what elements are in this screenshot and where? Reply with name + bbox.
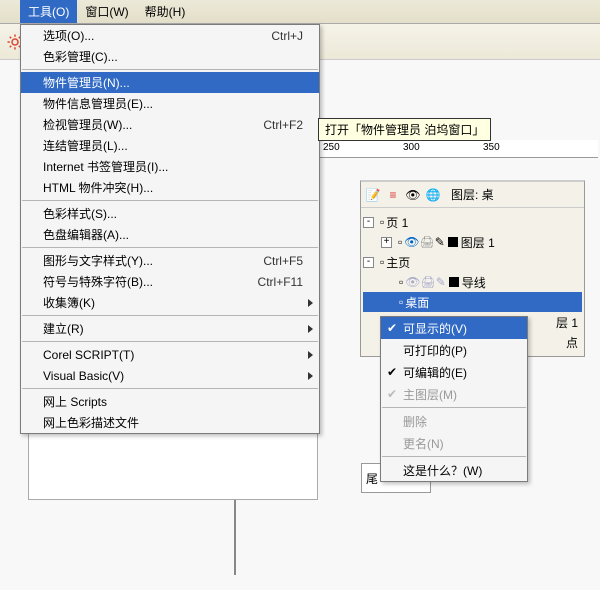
canvas-divider (234, 500, 236, 575)
menu-options[interactable]: 选项(O)... Ctrl+J (21, 25, 319, 46)
menu-object-info-manager[interactable]: 物件信息管理员(E)... (21, 93, 319, 114)
expand-icon[interactable]: + (381, 237, 392, 248)
ruler-tick: 250 (323, 142, 340, 153)
world-icon[interactable]: 🌐 (425, 187, 441, 203)
menu-view-manager[interactable]: 检视管理员(W)... Ctrl+F2 (21, 114, 319, 135)
tooltip: 打开「物件管理员 泊坞窗口」 (318, 118, 491, 141)
menu-corel-script[interactable]: Corel SCRIPT(T) (21, 344, 319, 365)
ctx-whats-this[interactable]: 这是什么？(W) (381, 459, 527, 481)
menu-window[interactable]: 窗口(W) (77, 0, 136, 23)
tree-master-page[interactable]: - ▫ 主页 (363, 252, 582, 272)
layer-label: 图层: 桌 (451, 186, 494, 203)
menu-tools[interactable]: 工具(O) (20, 0, 77, 23)
menu-symbols[interactable]: 符号与特殊字符(B)... Ctrl+F11 (21, 271, 319, 292)
page-icon: ▫ (380, 215, 384, 229)
menu-html-conflict[interactable]: HTML 物件冲突(H)... (21, 177, 319, 198)
panel-toolbar: 📝 ≡ 👁 🌐 图层: 桌 (361, 182, 584, 208)
menu-palette-editor[interactable]: 色盘编辑器(A)... (21, 224, 319, 245)
page-icon: ▫ (380, 255, 384, 269)
menu-separator (22, 247, 318, 248)
color-swatch (448, 237, 458, 247)
tools-dropdown: 选项(O)... Ctrl+J 色彩管理(C)... 物件管理员(N)... 物… (20, 24, 320, 434)
chevron-right-icon (308, 299, 313, 307)
collapse-icon[interactable]: - (363, 257, 374, 268)
eye-icon[interactable]: 👁 (405, 187, 421, 203)
menu-visual-basic[interactable]: Visual Basic(V) (21, 365, 319, 386)
ruler-tick: 350 (483, 142, 500, 153)
layer-icon: ▫ (398, 235, 402, 249)
menu-graphic-text-styles[interactable]: 图形与文字样式(Y)... Ctrl+F5 (21, 250, 319, 271)
menu-color-styles[interactable]: 色彩样式(S)... (21, 203, 319, 224)
menu-object-manager[interactable]: 物件管理员(N)... (21, 72, 319, 93)
menu-link-manager[interactable]: 连结管理员(L)... (21, 135, 319, 156)
menu-separator (22, 315, 318, 316)
ctx-editable[interactable]: ✔ 可编辑的(E) (381, 361, 527, 383)
ruler: 250 300 350 (318, 140, 598, 158)
list-icon[interactable]: ≡ (385, 187, 401, 203)
check-icon: ✔ (387, 387, 397, 401)
menu-separator (22, 69, 318, 70)
ctx-rename: 更名(N) (381, 432, 527, 454)
collapse-icon[interactable]: - (363, 217, 374, 228)
menu-help[interactable]: 帮助(H) (137, 0, 194, 23)
menu-web-color-profile[interactable]: 网上色彩描述文件 (21, 412, 319, 433)
menu-separator (22, 200, 318, 201)
menu-color-management[interactable]: 色彩管理(C)... (21, 46, 319, 67)
chevron-right-icon (308, 325, 313, 333)
ctx-delete: 删除 (381, 410, 527, 432)
check-icon: ✔ (387, 365, 397, 379)
chevron-right-icon (308, 372, 313, 380)
tree-page[interactable]: - ▫ 页 1 (363, 212, 582, 232)
menu-scrapbook[interactable]: 收集簿(K) (21, 292, 319, 313)
ruler-tick: 300 (403, 142, 420, 153)
tree-desktop[interactable]: ▫ 桌面 (363, 292, 582, 312)
ctx-printable[interactable]: 可打印的(P) (381, 339, 527, 361)
menu-separator (382, 407, 526, 408)
tree-layer1[interactable]: + ▫ 👁🖨✎ 图层 1 (363, 232, 582, 252)
edit-icon[interactable]: 📝 (365, 187, 381, 203)
tree-guides[interactable]: ▫ 👁🖨✎ 导线 (363, 272, 582, 292)
menubar: 工具(O) 窗口(W) 帮助(H) (0, 0, 600, 24)
ctx-visible[interactable]: ✔ 可显示的(V) (381, 317, 527, 339)
ctx-master-layer: ✔ 主图层(M) (381, 383, 527, 405)
color-swatch (449, 277, 459, 287)
chevron-right-icon (308, 351, 313, 359)
menu-separator (22, 388, 318, 389)
layer-context-menu: ✔ 可显示的(V) 可打印的(P) ✔ 可编辑的(E) ✔ 主图层(M) 删除 … (380, 316, 528, 482)
menu-bookmark-manager[interactable]: Internet 书签管理员(I)... (21, 156, 319, 177)
check-icon: ✔ (387, 321, 397, 335)
menu-separator (382, 456, 526, 457)
menu-separator (22, 341, 318, 342)
menu-web-scripts[interactable]: 网上 Scripts (21, 391, 319, 412)
menu-create[interactable]: 建立(R) (21, 318, 319, 339)
